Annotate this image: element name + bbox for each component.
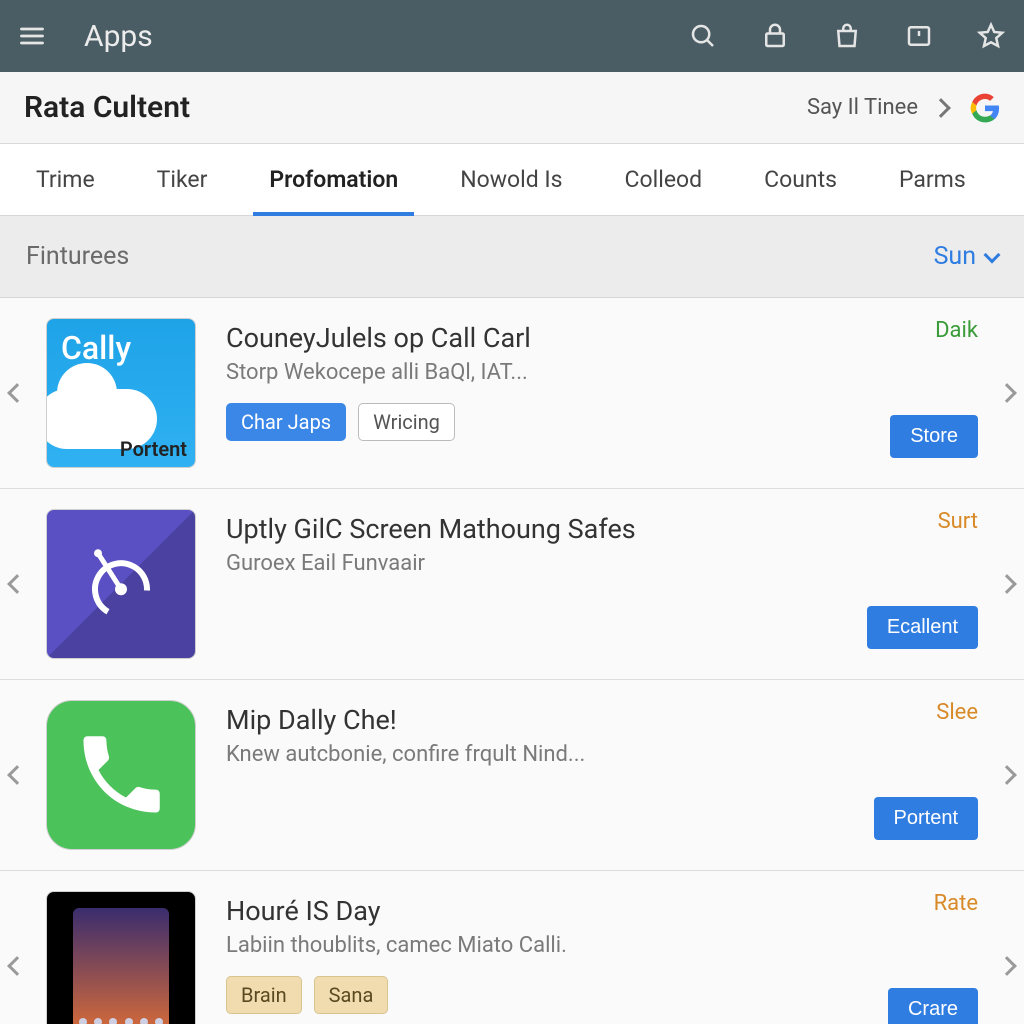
tab-tiker[interactable]: Tiker — [157, 144, 208, 215]
chip-row: Brain Sana — [226, 976, 862, 1014]
lock-icon[interactable] — [760, 21, 790, 51]
antenna-icon — [76, 537, 166, 627]
action-button[interactable]: Ecallent — [867, 606, 978, 649]
chip[interactable]: Sana — [314, 976, 389, 1014]
app-list: Cally Portent CouneyJulels op Call Carl … — [0, 298, 1024, 1024]
app-bar-title: Apps — [84, 19, 688, 54]
top-app-bar: Apps — [0, 0, 1024, 72]
tab-counts[interactable]: Counts — [764, 144, 837, 215]
filter-bar: Finturees Sun — [0, 216, 1024, 298]
app-subtitle: Knew autcbonie, confire frqult Nind... — [226, 742, 862, 767]
tab-nowold-is[interactable]: Nowold Is — [460, 144, 562, 215]
tab-profomation[interactable]: Profomation — [269, 144, 398, 215]
action-button[interactable]: Store — [890, 415, 978, 458]
status-badge: Rate — [934, 891, 978, 916]
search-icon[interactable] — [688, 21, 718, 51]
tab-strip: Trime Tiker Profomation Nowold Is Colleo… — [0, 144, 1024, 216]
list-item[interactable]: Mip Dally Che! Knew autcbonie, confire f… — [0, 680, 1024, 871]
tab-parms[interactable]: Parms — [899, 144, 966, 215]
subheader-link[interactable]: Say Il Tinee — [807, 95, 948, 120]
star-icon[interactable] — [976, 21, 1006, 51]
app-title: Uptly GilC Screen Mathoung Safes — [226, 513, 862, 545]
shopping-bag-icon[interactable] — [832, 21, 862, 51]
app-thumbnail — [46, 700, 196, 850]
list-item[interactable]: Uptly GilC Screen Mathoung Safes Guroex … — [0, 489, 1024, 680]
phone-icon — [71, 725, 171, 825]
chevron-right-icon — [931, 98, 951, 118]
status-badge: Surt — [938, 509, 978, 534]
sort-dropdown[interactable]: Sun — [934, 242, 998, 271]
prev-arrow-icon[interactable] — [7, 765, 27, 785]
app-subtitle: Guroex Eail Funvaair — [226, 551, 862, 576]
status-badge: Daik — [935, 318, 978, 343]
list-item[interactable]: Cally Portent CouneyJulels op Call Carl … — [0, 298, 1024, 489]
list-item[interactable]: Houré IS Day Labiin thoublits, camec Mia… — [0, 871, 1024, 1024]
action-button[interactable]: Portent — [874, 797, 978, 840]
app-title: CouneyJulels op Call Carl — [226, 322, 862, 354]
app-subtitle: Storp Wekocepe alli BaQl, IAT... — [226, 360, 862, 385]
prev-arrow-icon[interactable] — [7, 383, 27, 403]
thumb-text-2: Portent — [120, 437, 187, 461]
app-info: CouneyJulels op Call Carl Storp Wekocepe… — [226, 318, 862, 441]
app-title: Mip Dally Che! — [226, 704, 862, 736]
app-thumbnail — [46, 509, 196, 659]
tab-trime[interactable]: Trime — [36, 144, 95, 215]
chip-row: Char Japs Wricing — [226, 403, 862, 441]
prev-arrow-icon[interactable] — [7, 574, 27, 594]
sort-label: Sun — [934, 242, 976, 271]
app-right-column: Slee Portent — [862, 700, 1002, 840]
prev-arrow-icon[interactable] — [7, 956, 27, 976]
chevron-down-icon — [984, 246, 1001, 263]
app-info: Houré IS Day Labiin thoublits, camec Mia… — [226, 891, 862, 1014]
page-title: Rata Cultent — [24, 90, 807, 125]
hamburger-menu-icon[interactable] — [18, 22, 46, 50]
app-bar-actions — [688, 21, 1006, 51]
chip[interactable]: Char Japs — [226, 403, 346, 441]
app-info: Mip Dally Che! Knew autcbonie, confire f… — [226, 700, 862, 785]
chip[interactable]: Brain — [226, 976, 302, 1014]
tab-colleod[interactable]: Colleod — [625, 144, 703, 215]
app-info: Uptly GilC Screen Mathoung Safes Guroex … — [226, 509, 862, 594]
subheader-link-label: Say Il Tinee — [807, 95, 918, 120]
sub-header: Rata Cultent Say Il Tinee — [0, 72, 1024, 144]
thumb-text-1: Cally — [61, 329, 131, 367]
chip[interactable]: Wricing — [358, 403, 455, 441]
google-logo-icon[interactable] — [970, 93, 1000, 123]
action-button[interactable]: Crare — [888, 988, 978, 1024]
app-right-column: Rate Crare — [862, 891, 1002, 1024]
tab-window-icon[interactable] — [904, 21, 934, 51]
app-thumbnail: Cally Portent — [46, 318, 196, 468]
app-right-column: Surt Ecallent — [862, 509, 1002, 649]
app-subtitle: Labiin thoublits, camec Miato Calli. — [226, 933, 862, 958]
app-thumbnail — [46, 891, 196, 1024]
app-right-column: Daik Store — [862, 318, 1002, 458]
filter-label: Finturees — [26, 242, 934, 271]
app-title: Houré IS Day — [226, 895, 862, 927]
status-badge: Slee — [936, 700, 978, 725]
